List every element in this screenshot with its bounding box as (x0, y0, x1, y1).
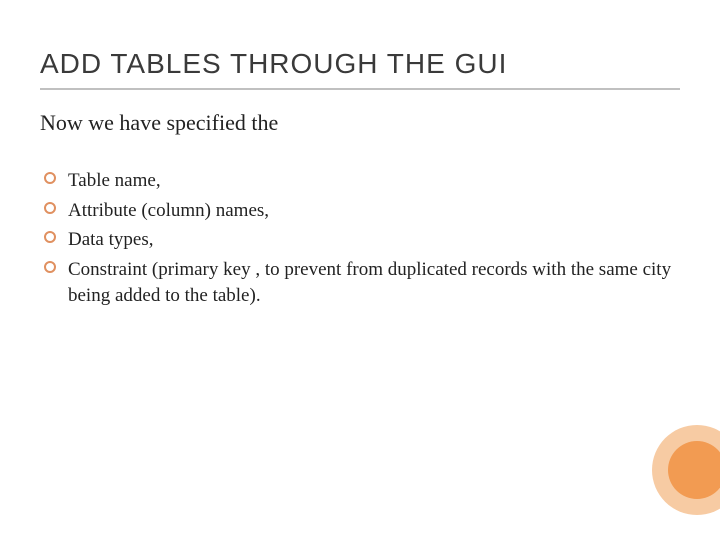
list-item-text: Attribute (column) names, (68, 200, 269, 221)
intro-text: Now we have specified the (40, 110, 680, 136)
bullet-list: Table name, Attribute (column) names, Da… (40, 168, 680, 308)
list-item-text: Data types, (68, 229, 153, 250)
decorative-circles (652, 425, 720, 515)
slide: ADD TABLES THROUGH THE GUI Now we have s… (0, 0, 720, 540)
circle-inner-icon (668, 441, 720, 499)
ring-bullet-icon (44, 172, 56, 184)
list-item-text: Constraint (primary key , to prevent fro… (68, 259, 671, 306)
ring-bullet-icon (44, 202, 56, 214)
list-item-text: Table name, (68, 170, 161, 191)
ring-bullet-icon (44, 231, 56, 243)
ring-bullet-icon (44, 261, 56, 273)
list-item: Attribute (column) names, (44, 198, 680, 224)
slide-title: ADD TABLES THROUGH THE GUI (40, 48, 680, 90)
list-item: Table name, (44, 168, 680, 194)
list-item: Data types, (44, 227, 680, 253)
list-item: Constraint (primary key , to prevent fro… (44, 257, 680, 308)
